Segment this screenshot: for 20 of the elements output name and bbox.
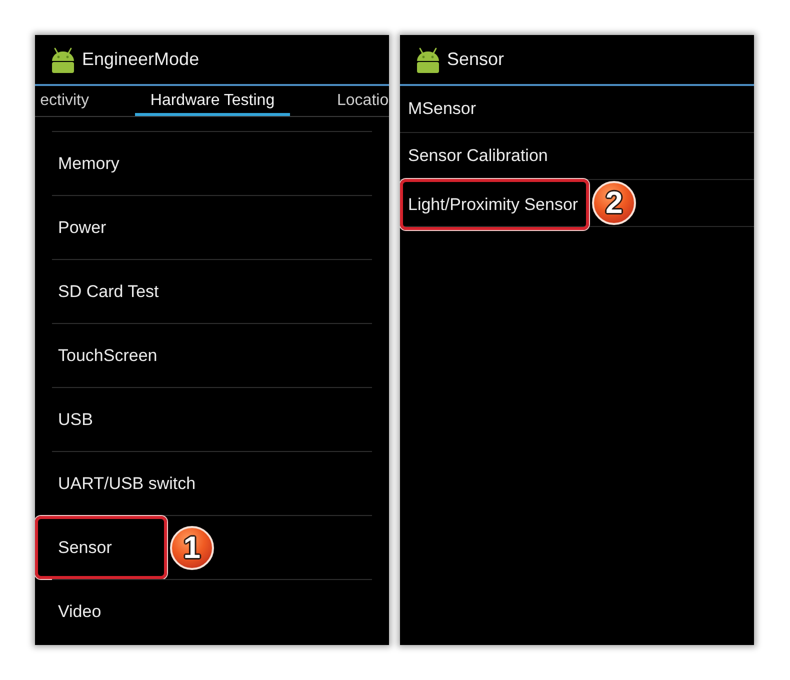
app-title: Sensor (447, 49, 504, 70)
menu-item[interactable]: Memory (35, 132, 174, 195)
menu-item[interactable]: Sensor Calibration (400, 133, 559, 179)
menu-item[interactable]: TouchScreen (35, 324, 212, 387)
tab[interactable]: Locatio (290, 86, 389, 116)
menu-item[interactable]: Sensor (35, 516, 167, 579)
app-title: EngineerMode (82, 49, 200, 70)
menu-item[interactable]: MSensor (400, 86, 488, 132)
tab[interactable]: ectivity (35, 86, 135, 116)
android-robot-icon (415, 46, 441, 72)
menu-item[interactable]: SD Card Test (35, 260, 214, 323)
menu-item[interactable]: Light/Proximity Sensor (400, 179, 590, 230)
menu-item[interactable]: Video (35, 580, 156, 643)
step-number-badge: 2 (592, 181, 636, 225)
android-robot-icon (50, 46, 76, 72)
menu-item[interactable]: UART/USB switch (35, 452, 251, 515)
menu-item[interactable]: Power (35, 196, 162, 259)
tab[interactable]: Hardware Testing (135, 86, 290, 116)
step-number-badge: 1 (170, 526, 214, 570)
menu-item[interactable]: USB (35, 388, 148, 451)
